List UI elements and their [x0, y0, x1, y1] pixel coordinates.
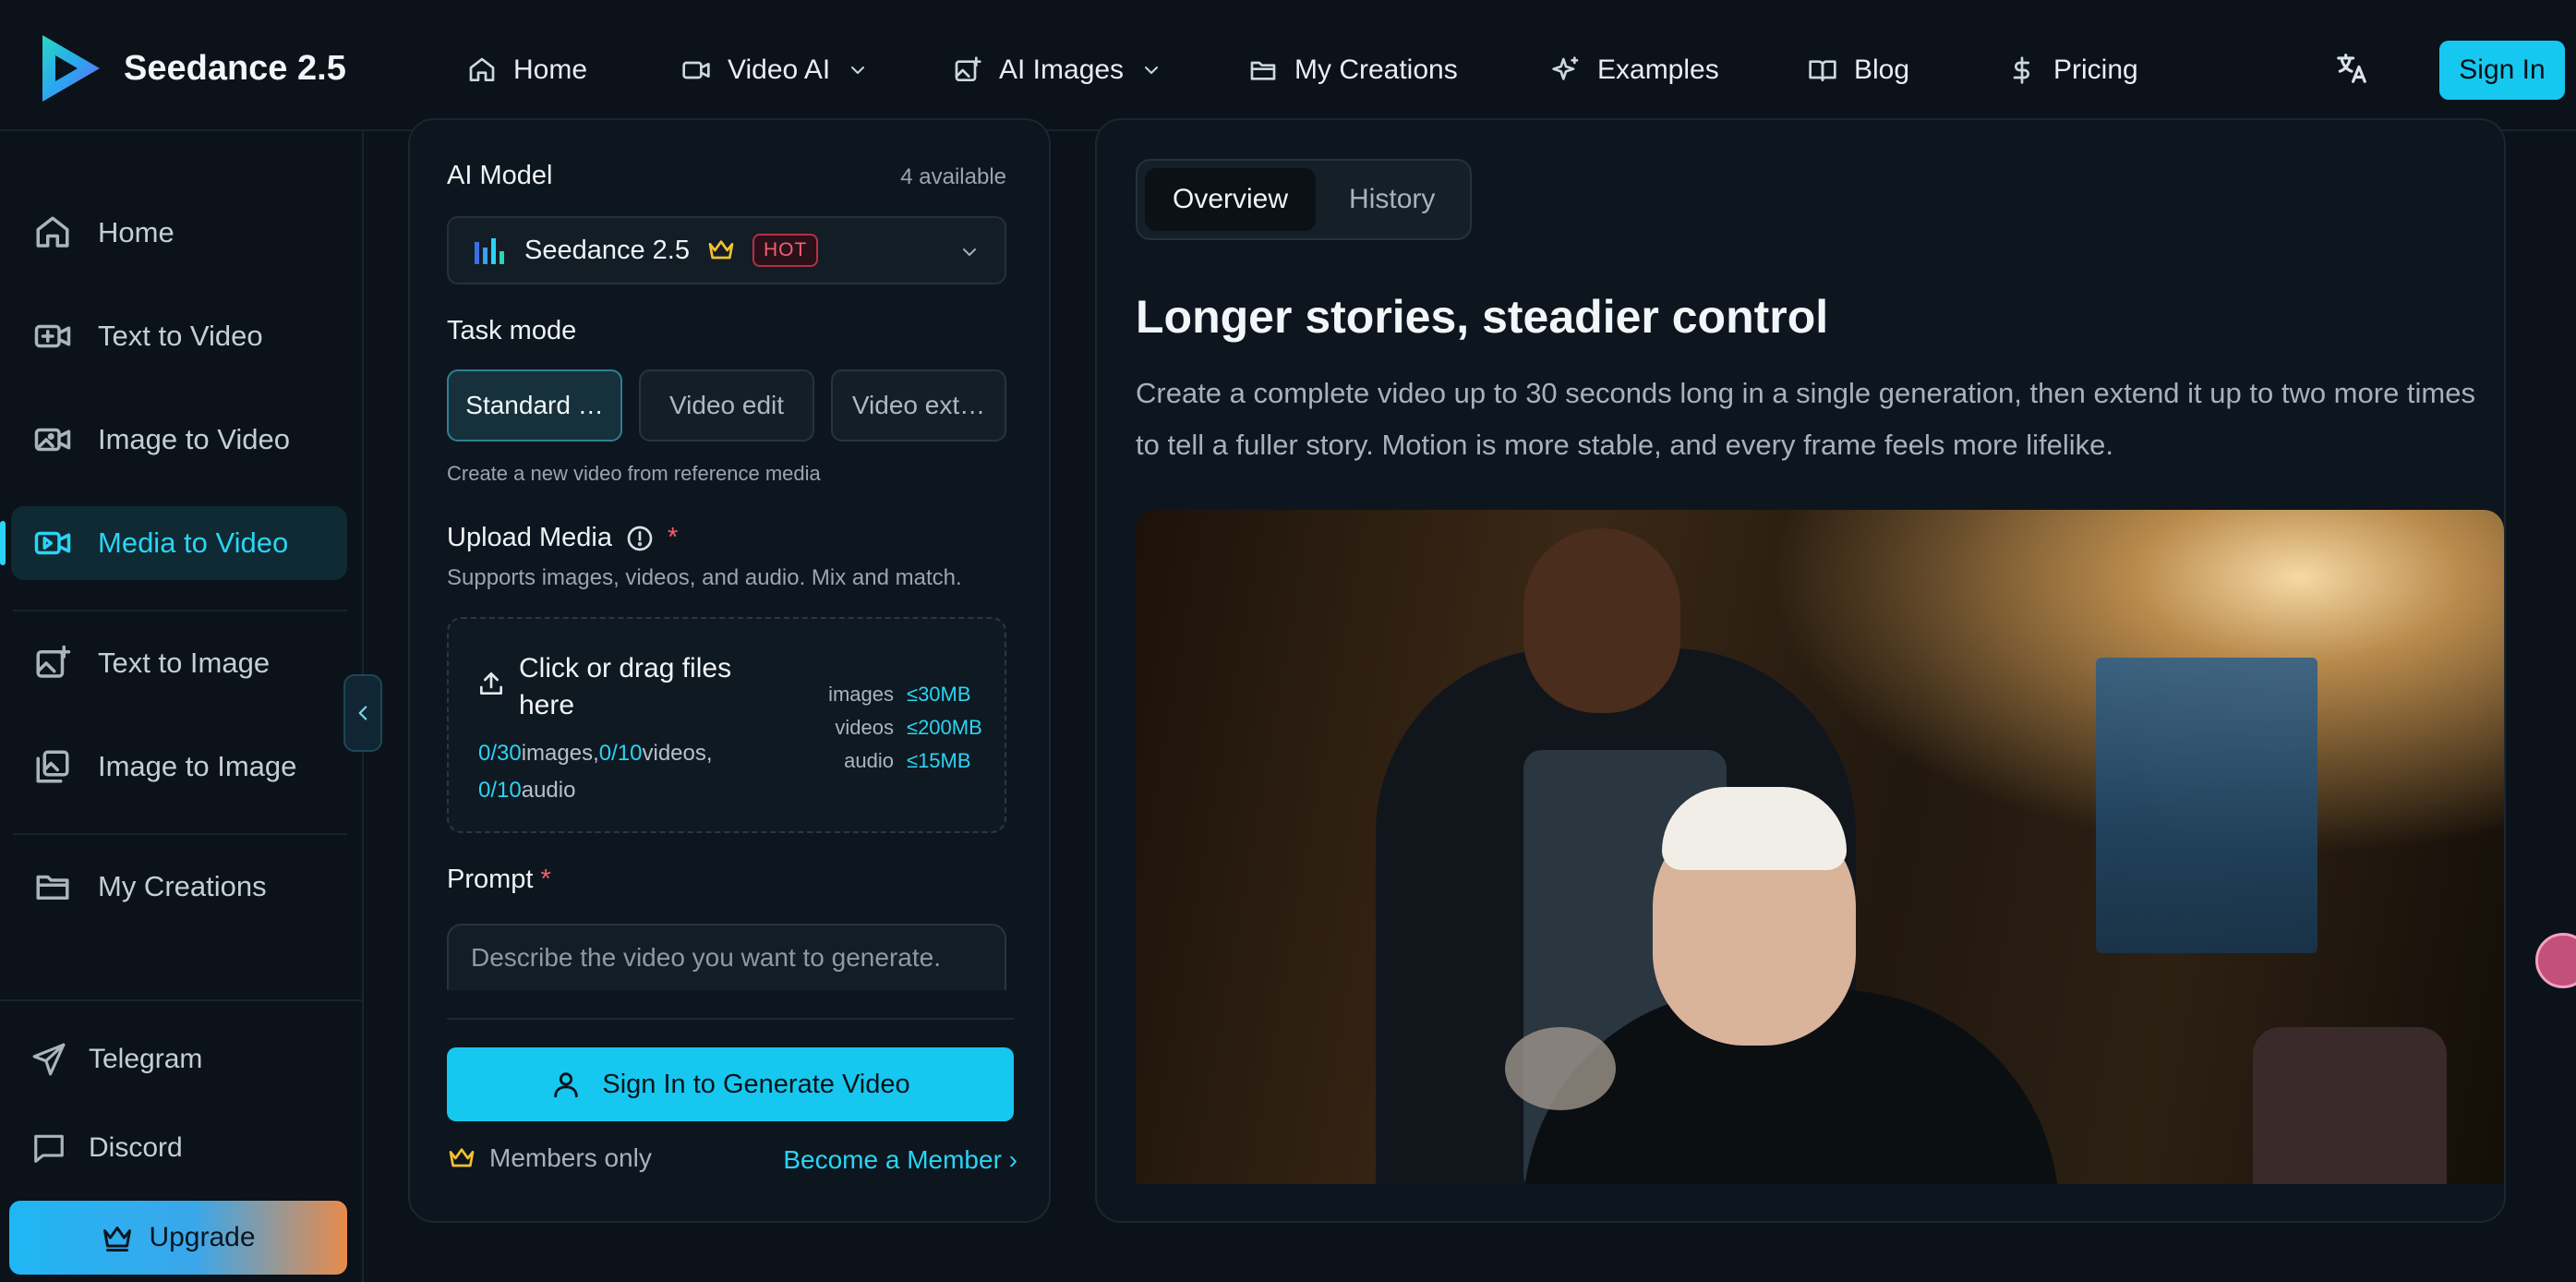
crown-icon	[103, 1227, 132, 1252]
nav-my-creations[interactable]: My Creations	[1248, 48, 1458, 92]
sign-in-button[interactable]: Sign In	[2439, 41, 2565, 100]
hot-badge: HOT	[752, 234, 819, 267]
media-video-icon	[34, 531, 71, 555]
models-available: 4 available	[900, 164, 1006, 189]
overview-tabs: Overview History	[1136, 159, 1472, 240]
image-plus-icon	[955, 56, 981, 81]
brand[interactable]: Seedance 2.5	[37, 31, 346, 105]
upload-counts: 0/30images,0/10videos, 0/10audio	[478, 741, 713, 803]
nav-blog[interactable]: Blog	[1808, 48, 1909, 92]
limit-row: images ≤30MB	[828, 683, 971, 706]
translate-icon[interactable]	[2334, 51, 2369, 86]
task-hint: Create a new video from reference media	[447, 462, 821, 485]
become-member-link[interactable]: Become a Member ›	[770, 1145, 1017, 1175]
upload-media-label: Upload Media *	[447, 523, 679, 553]
chevron-left-icon	[358, 706, 367, 720]
upload-limits: images ≤30MB videos ≤200MB audio ≤15MB	[774, 678, 986, 778]
sidebar-link-telegram[interactable]: Telegram	[31, 1042, 202, 1077]
dollar-icon	[2013, 56, 2029, 84]
upload-dropzone[interactable]: Click or drag files here 0/30images,0/10…	[447, 617, 1006, 833]
image-video-icon	[34, 428, 71, 452]
video-plus-icon	[34, 324, 71, 348]
nav-home[interactable]: Home	[467, 48, 587, 92]
top-navigation: Seedance 2.5 Home Video AI AI Images My …	[0, 0, 2576, 131]
prompt-input[interactable]	[447, 924, 1006, 990]
background-window	[2096, 658, 2317, 953]
chevron-down-icon	[1145, 67, 1159, 74]
barber-brush	[1505, 1027, 1616, 1110]
folder-icon	[1250, 61, 1276, 80]
members-only: Members only	[447, 1143, 652, 1173]
nav-ai-images[interactable]: AI Images	[953, 48, 1162, 92]
upload-title: Click or drag files here	[519, 653, 732, 720]
sidebar-divider	[13, 610, 347, 611]
images-icon	[36, 750, 69, 783]
sidebar: Home Text to Video Image to Video Media …	[0, 131, 364, 1282]
tab-history[interactable]: History	[1321, 168, 1463, 231]
book-icon	[1809, 60, 1836, 81]
bar-chart-icon	[475, 238, 504, 264]
sidebar-link-discord[interactable]: Discord	[31, 1131, 183, 1166]
collapse-sidebar-button[interactable]	[343, 674, 382, 752]
tab-overview[interactable]: Overview	[1145, 168, 1317, 231]
user-icon	[554, 1072, 579, 1098]
model-select[interactable]: Seedance 2.5 HOT	[447, 216, 1006, 284]
sidebar-item-media-to-video[interactable]: Media to Video	[0, 506, 347, 580]
chevron-down-icon	[851, 67, 865, 74]
task-standard-button[interactable]: Standard …	[447, 369, 622, 441]
barber-chair	[2253, 1027, 2447, 1184]
chat-icon	[34, 1134, 64, 1163]
send-icon	[32, 1043, 66, 1076]
overview-panel: Overview History Longer stories, steadie…	[1095, 118, 2506, 1223]
client-hair	[1662, 787, 1847, 870]
generation-form: AI Model 4 available Seedance 2.5 HOT Ta…	[408, 118, 1051, 1223]
overview-title: Longer stories, steadier control	[1136, 291, 1829, 343]
sidebar-item-image-to-video[interactable]: Image to Video	[11, 403, 347, 477]
form-divider	[447, 1018, 1014, 1020]
crown-icon	[708, 240, 734, 260]
sidebar-divider	[13, 833, 347, 835]
sidebar-item-my-creations[interactable]: My Creations	[11, 850, 347, 924]
folder-icon	[36, 875, 69, 900]
limit-row: videos ≤200MB	[835, 716, 982, 739]
model-name: Seedance 2.5	[524, 235, 690, 265]
sidebar-item-text-to-video[interactable]: Text to Video	[11, 299, 347, 373]
brand-name: Seedance 2.5	[124, 48, 346, 88]
sign-in-to-generate-button[interactable]: Sign In to Generate Video	[447, 1047, 1014, 1121]
floating-assistant-icon[interactable]	[2535, 933, 2576, 988]
task-video-edit-button[interactable]: Video edit	[639, 369, 814, 441]
info-icon[interactable]	[625, 524, 655, 553]
sparkles-icon	[1552, 56, 1579, 80]
example-video-preview[interactable]	[1136, 510, 2504, 1184]
required-marker: *	[667, 523, 679, 552]
upload-hint: Supports images, videos, and audio. Mix …	[447, 565, 962, 590]
limit-row: audio ≤15MB	[844, 749, 971, 772]
ai-model-label: AI Model	[447, 161, 553, 190]
home-icon	[469, 57, 495, 81]
task-mode-label: Task mode	[447, 316, 577, 345]
sidebar-item-home[interactable]: Home	[11, 196, 347, 270]
video-camera-icon	[682, 61, 710, 79]
chevron-down-icon	[963, 248, 976, 256]
image-plus-icon	[36, 645, 71, 678]
sidebar-item-text-to-image[interactable]: Text to Image	[11, 626, 347, 700]
nav-video-ai[interactable]: Video AI	[681, 48, 869, 92]
nav-pricing[interactable]: Pricing	[2007, 48, 2138, 92]
prompt-label: Prompt *	[447, 865, 551, 894]
crown-icon	[449, 1148, 475, 1167]
sidebar-item-image-to-image[interactable]: Image to Image	[11, 730, 347, 804]
upgrade-button[interactable]: Upgrade	[9, 1201, 347, 1275]
barber-head	[1523, 528, 1680, 713]
home-icon	[36, 216, 69, 248]
logo-icon	[42, 35, 100, 102]
sidebar-divider	[0, 999, 364, 1001]
overview-description: Create a complete video up to 30 seconds…	[1136, 377, 2475, 461]
upload-icon	[480, 672, 502, 695]
task-video-extend-button[interactable]: Video ext…	[831, 369, 1006, 441]
nav-examples[interactable]: Examples	[1551, 48, 1719, 92]
